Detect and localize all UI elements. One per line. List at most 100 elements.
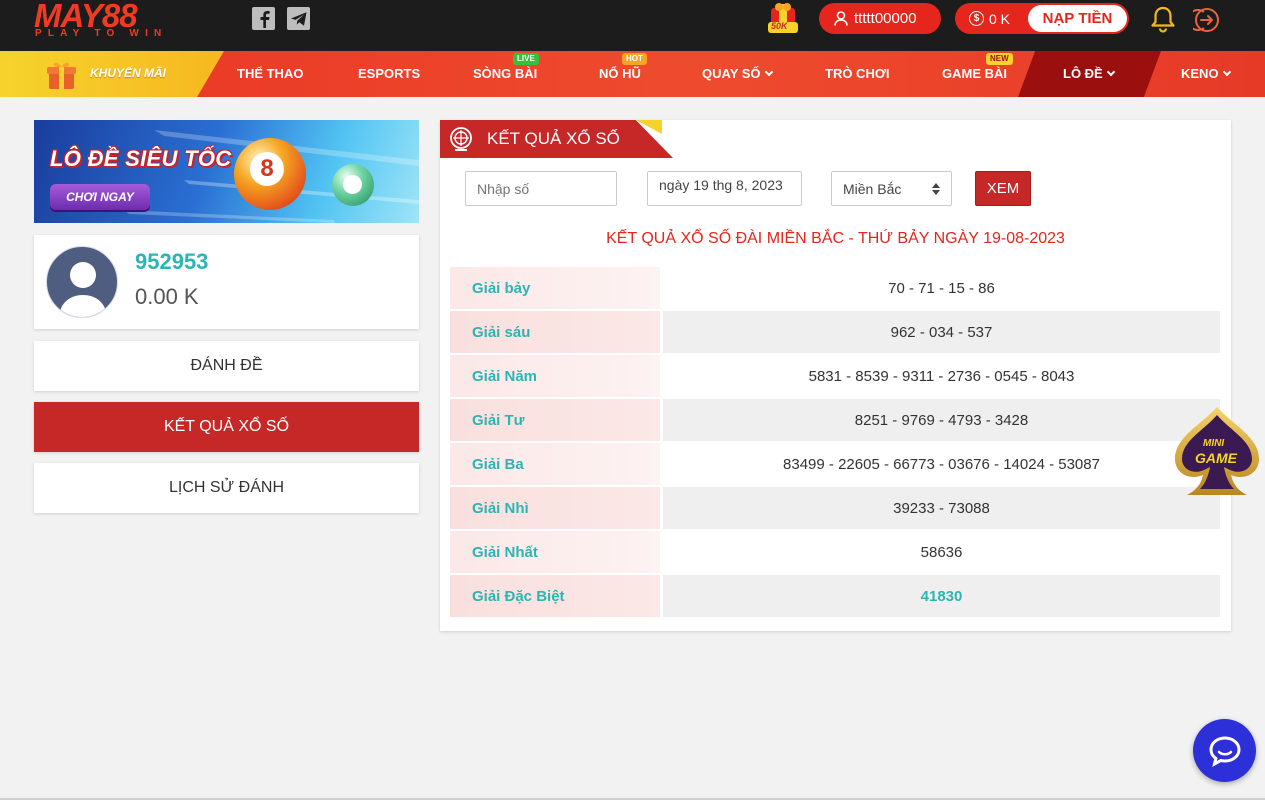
prize-numbers: 39233 - 73088 [663,487,1220,529]
chevron-down-icon [764,67,773,77]
prize-numbers: 83499 - 22605 - 66773 - 03676 - 14024 - … [663,443,1220,485]
chevron-down-icon [1222,67,1231,77]
banner-title: LÔ ĐỀ SIÊU TỐC [50,146,232,171]
lode-sieu-toc-banner[interactable]: LÔ ĐỀ SIÊU TỐC CHƠI NGAY 8 [34,120,419,223]
nav-label: ESPORTS [358,66,421,81]
nav-label: SÒNG BÀI [473,66,538,81]
panel-title: KẾT QUẢ XỔ SỐ [487,129,620,148]
nav-item-song-bai[interactable]: LIVE SÒNG BÀI [473,53,539,81]
telegram-icon[interactable] [287,7,310,30]
special-prize-number: 41830 [663,575,1220,617]
nav-item-game-bai[interactable]: NEW GAME BÀI [942,53,1013,81]
table-row: Giải Nhất 58636 [450,531,1220,573]
prize-label: Giải Ba [450,443,660,485]
prize-numbers: 8251 - 9769 - 4793 - 3428 [663,399,1220,441]
lottery-ball-number: 8 [250,152,284,186]
avatar [46,246,118,318]
deposit-button[interactable]: NẠP TIỀN [1028,5,1127,32]
table-row: Giải Ba 83499 - 22605 - 66773 - 03676 - … [450,443,1220,485]
wallet-balance-value: 0 K [989,10,1011,27]
sidebar-item-danh-de[interactable]: ĐÁNH ĐỀ [34,341,419,391]
nav-label: LÔ ĐỀ [1063,66,1103,81]
profile-balance: 0.00 K [135,284,199,309]
user-silhouette-icon [59,262,107,317]
gift-icon [47,62,76,89]
nav-item-quay-so[interactable]: QUAY SỐ [702,66,773,81]
logout-icon[interactable] [1193,6,1221,34]
nav-item-tro-choi[interactable]: TRÒ CHƠI [825,66,890,81]
nav-item-lo-de[interactable]: LÔ ĐỀ [1063,66,1115,81]
lottery-ball-small-icon [332,164,374,206]
profile-card: 952953 0.00 K [34,235,419,329]
prize-label: Giải Tư [450,399,660,441]
minigame-button[interactable]: MINI GAME [1171,405,1263,501]
top-header: MAY88 PLAY TO WIN 50K ttttt00000 $ 0 K N… [0,0,1265,51]
chat-button[interactable] [1193,719,1256,782]
minigame-label-top: MINI [1203,438,1225,449]
user-icon [834,11,848,26]
nav-item-no-hu[interactable]: HOT NỔ HŨ [599,53,647,81]
minigame-label-bottom: GAME [1195,450,1237,466]
prize-numbers: 5831 - 8539 - 9311 - 2736 - 0545 - 8043 [663,355,1220,397]
number-search-input[interactable] [465,171,617,206]
table-row: Giải Đặc Biệt 41830 [450,575,1220,617]
table-row: Giải Tư 8251 - 9769 - 4793 - 3428 [450,399,1220,441]
sidebar-item-ket-qua-xo-so[interactable]: KẾT QUẢ XỔ SỐ [34,402,419,452]
facebook-icon[interactable] [252,7,275,30]
play-now-button[interactable]: CHƠI NGAY [50,184,150,210]
nav-promo[interactable]: KHUYẾN MÃI [0,51,224,97]
date-picker[interactable]: ngày 19 thg 8, 2023 [647,171,802,206]
table-row: Giải Nhì 39233 - 73088 [450,487,1220,529]
prize-label: Giải sáu [450,311,660,353]
date-value: ngày 19 thg 8, 2023 [659,177,783,193]
prize-label: Giải bảy [450,267,660,309]
select-arrows-icon [932,183,940,195]
lottery-wheel-icon [450,127,472,151]
profile-id: 952953 [135,249,209,274]
wallet-pill: $ 0 K NẠP TIỀN [955,3,1129,34]
nav-label: TRÒ CHƠI [825,66,890,81]
new-badge: NEW [986,53,1013,65]
chevron-down-icon [1106,67,1115,77]
nav-promo-label: KHUYẾN MÃI [90,66,167,80]
prize-label: Giải Nhì [450,487,660,529]
results-heading: KẾT QUẢ XỔ SỐ ĐÀI MIỀN BẮC - THỨ BẢY NGÀ… [606,230,1065,247]
hot-badge: HOT [622,53,647,65]
nav-item-keno[interactable]: KENO [1181,66,1231,81]
prize-numbers: 58636 [663,531,1220,573]
view-button[interactable]: XEM [975,171,1031,206]
dollar-coin-icon: $ [969,11,984,26]
lottery-ball-icon: 8 [234,138,306,210]
region-value: Miền Bắc [843,180,902,197]
results-table: Giải bảy 70 - 71 - 15 - 86 Giải sáu 962 … [450,267,1220,620]
nav-label: QUAY SỐ [702,66,761,81]
username-label: ttttt00000 [854,10,917,27]
nav-label: KENO [1181,66,1219,81]
nav-item-the-thao[interactable]: THỂ THAO [237,66,303,81]
table-row: Giải Năm 5831 - 8539 - 9311 - 2736 - 054… [450,355,1220,397]
chat-bubble-icon [1208,735,1241,767]
nav-label: GAME BÀI [942,66,1007,81]
prize-label: Giải Đặc Biệt [450,575,660,617]
nav-label: NỔ HŨ [599,66,641,81]
region-select[interactable]: Miền Bắc [831,171,952,206]
main-nav: KHUYẾN MÃI THỂ THAO ESPORTS LIVE SÒNG BÀ… [0,51,1265,97]
results-panel: KẾT QUẢ XỔ SỐ ngày 19 thg 8, 2023 Miền B… [440,120,1231,631]
nav-item-esports[interactable]: ESPORTS [358,66,420,81]
sidebar-item-lich-su-danh[interactable]: LỊCH SỬ ĐÁNH [34,463,419,513]
logo[interactable]: MAY88 PLAY TO WIN [34,0,184,44]
table-row: Giải sáu 962 - 034 - 537 [450,311,1220,353]
promo-50k-icon[interactable]: 50K [765,2,801,34]
ball-center [343,175,362,194]
live-badge: LIVE [513,53,539,65]
prize-numbers: 70 - 71 - 15 - 86 [663,267,1220,309]
promo-50k-label: 50K [771,21,788,31]
wallet-balance[interactable]: $ 0 K [969,3,1010,34]
prize-label: Giải Năm [450,355,660,397]
user-account-button[interactable]: ttttt00000 [819,3,941,34]
bell-icon[interactable] [1150,5,1176,33]
table-row: Giải bảy 70 - 71 - 15 - 86 [450,267,1220,309]
logo-tagline: PLAY TO WIN [35,28,168,39]
prize-numbers: 962 - 034 - 537 [663,311,1220,353]
nav-label: THỂ THAO [237,66,304,81]
